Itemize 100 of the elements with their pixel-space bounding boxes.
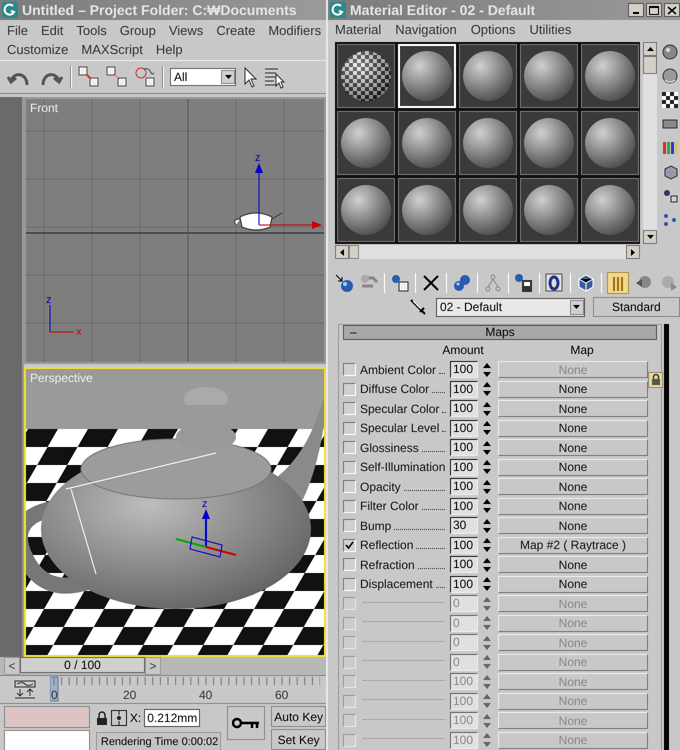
minimize-button[interactable] xyxy=(628,3,644,17)
amount-field[interactable]: 100 xyxy=(450,380,478,398)
unlink-icon[interactable] xyxy=(106,65,128,89)
options-icon[interactable] xyxy=(662,188,678,204)
map-button[interactable]: None xyxy=(498,380,648,398)
viewport[interactable]: z Perspective xyxy=(24,367,326,657)
cube-icon[interactable] xyxy=(576,273,596,294)
spinner-icon[interactable] xyxy=(482,537,492,554)
material-slot[interactable] xyxy=(581,178,639,242)
checkbox[interactable] xyxy=(343,441,356,454)
amount-field[interactable]: 100 xyxy=(450,458,478,476)
letter-o-icon[interactable] xyxy=(545,273,565,294)
map-button[interactable]: None xyxy=(498,576,648,593)
material-slot[interactable] xyxy=(581,111,639,175)
checkbox[interactable] xyxy=(343,578,356,591)
menu-item[interactable]: Tools xyxy=(75,21,108,40)
maxscript-listener-field[interactable] xyxy=(4,706,90,728)
checkbox[interactable] xyxy=(343,558,356,572)
checkbox[interactable] xyxy=(343,460,356,474)
maximize-button[interactable] xyxy=(646,3,662,17)
material-slot[interactable] xyxy=(520,178,578,242)
checkbox[interactable] xyxy=(343,519,356,532)
vertical-scrollbar[interactable] xyxy=(643,42,657,244)
amount-field[interactable]: 100 xyxy=(450,439,478,456)
amount-field[interactable]: 100 xyxy=(450,400,478,418)
delete-icon[interactable] xyxy=(421,273,441,294)
amount-field[interactable]: 100 xyxy=(450,420,478,437)
color-bars-icon[interactable] xyxy=(662,140,678,156)
material-slot[interactable] xyxy=(337,111,395,175)
amount-field[interactable]: 100 xyxy=(450,498,478,515)
amount-field[interactable]: 30 xyxy=(450,517,478,534)
save-icon[interactable] xyxy=(514,273,534,294)
selection-filter-dropdown[interactable]: All xyxy=(170,68,236,86)
material-slot[interactable] xyxy=(459,44,517,108)
material-slot[interactable] xyxy=(581,44,639,108)
amount-field[interactable]: 100 xyxy=(450,556,478,574)
material-slot[interactable] xyxy=(459,178,517,242)
spinner-icon[interactable] xyxy=(482,362,492,378)
checkbox[interactable] xyxy=(343,480,356,494)
frame-marker[interactable] xyxy=(50,676,58,702)
spinner-icon[interactable] xyxy=(482,440,492,456)
eyedropper-icon[interactable] xyxy=(408,298,428,316)
amount-field[interactable]: 100 xyxy=(450,361,478,378)
map-button[interactable]: None xyxy=(498,400,648,418)
up-arrow-icon[interactable] xyxy=(646,47,654,51)
checkbox[interactable] xyxy=(343,402,356,416)
cursor-icon[interactable] xyxy=(242,65,258,89)
key-mode-button[interactable] xyxy=(227,706,266,740)
sphere-icon[interactable] xyxy=(662,68,678,84)
collapse-toggle[interactable]: – xyxy=(344,325,370,340)
previous-frame-button[interactable]: < xyxy=(4,657,20,675)
map-button[interactable]: None xyxy=(498,517,648,534)
time-slider-thumb[interactable]: 0 / 100 xyxy=(20,657,145,673)
checkbox[interactable] xyxy=(343,500,356,513)
dots-icon[interactable] xyxy=(662,212,678,228)
menu-item[interactable]: Edit xyxy=(40,21,64,40)
coordinate-field[interactable]: 0.212mm xyxy=(144,709,200,727)
material-slot[interactable] xyxy=(459,111,517,175)
scroll-thumb[interactable] xyxy=(349,245,359,259)
sphere-icon[interactable] xyxy=(662,44,678,60)
panel-scrollbar[interactable] xyxy=(664,324,669,750)
close-button[interactable] xyxy=(664,3,680,17)
sphere-cube-icon[interactable] xyxy=(390,273,410,294)
checkbox[interactable] xyxy=(343,422,356,435)
material-slot[interactable] xyxy=(520,111,578,175)
checker-icon[interactable] xyxy=(662,92,678,108)
checkbox[interactable] xyxy=(343,363,356,376)
menu-item[interactable]: Utilities xyxy=(528,20,572,40)
map-button[interactable]: Map #2 ( Raytrace ) xyxy=(498,536,648,554)
track-bar-icon[interactable] xyxy=(14,680,36,700)
material-slot[interactable] xyxy=(337,178,395,242)
right-arrow-icon[interactable] xyxy=(631,248,635,256)
lock-button[interactable] xyxy=(648,372,663,388)
menu-item[interactable]: MAXScript xyxy=(80,40,144,59)
spheres-icon[interactable] xyxy=(452,273,472,294)
checkbox[interactable] xyxy=(343,538,356,552)
link-icon[interactable] xyxy=(78,65,100,89)
viewport-label[interactable]: Front xyxy=(30,101,58,115)
next-frame-button[interactable]: > xyxy=(145,657,161,675)
amount-field[interactable]: 100 xyxy=(450,576,478,593)
menu-item[interactable]: Views xyxy=(168,21,204,40)
menu-item[interactable]: Modifiers xyxy=(267,21,322,40)
map-button[interactable]: None xyxy=(498,478,648,496)
space-warp-icon[interactable] xyxy=(134,65,156,89)
maxscript-output-field[interactable] xyxy=(4,730,90,750)
amount-field[interactable]: 100 xyxy=(450,478,478,496)
menu-item[interactable]: Material xyxy=(334,20,382,40)
left-arrow-icon[interactable] xyxy=(340,248,344,256)
rollout-header[interactable]: – Maps xyxy=(343,324,657,340)
menu-item[interactable]: Create xyxy=(215,21,256,40)
menu-item[interactable]: Customize xyxy=(6,40,70,59)
menu-item[interactable]: Navigation xyxy=(394,20,458,40)
map-button[interactable]: None xyxy=(498,420,648,437)
menu-item[interactable]: Group xyxy=(118,21,157,40)
spinner-icon[interactable] xyxy=(482,556,492,573)
spinner-icon[interactable] xyxy=(482,478,492,495)
map-button[interactable]: None xyxy=(498,498,648,515)
menu-item[interactable]: File xyxy=(6,21,29,40)
checkbox[interactable] xyxy=(343,382,356,396)
menu-item[interactable]: Options xyxy=(470,20,516,40)
